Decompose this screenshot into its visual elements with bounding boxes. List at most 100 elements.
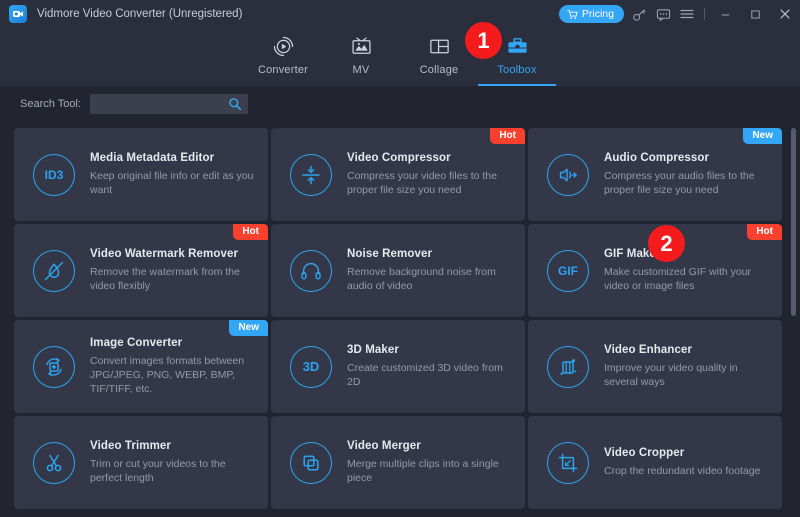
- tool-title: GIF Maker: [604, 248, 770, 260]
- tool-card-text: Noise Remover Remove background noise fro…: [347, 248, 525, 293]
- tool-description: Remove background noise from audio of vi…: [347, 265, 513, 293]
- enhancer-icon: [546, 345, 590, 389]
- tool-description: Make customized GIF with your video or i…: [604, 265, 770, 293]
- gif-icon: GIF: [546, 249, 590, 293]
- search-row: Search Tool:: [0, 86, 800, 122]
- tool-card[interactable]: Video Cropper Crop the redundant video fo…: [528, 416, 782, 509]
- tool-grid: ID3 Media Metadata Editor Keep original fi…: [0, 122, 800, 509]
- tab-collage-label: Collage: [420, 64, 459, 76]
- headphones-icon: [289, 249, 333, 293]
- tab-toolbox[interactable]: Toolbox: [478, 28, 556, 86]
- gif-icon-label: GIF: [558, 264, 578, 278]
- tool-description: Keep original file info or edit as you w…: [90, 169, 256, 197]
- speaker-compress-icon: [546, 153, 590, 197]
- collage-grid-icon: [428, 33, 451, 59]
- crop-icon: [546, 441, 590, 485]
- watermark-drop-icon: [32, 249, 76, 293]
- tool-badge: Hot: [747, 224, 782, 240]
- tool-card[interactable]: 3D 3D Maker Create customized 3D video fro…: [271, 320, 525, 413]
- tool-badge: Hot: [233, 224, 268, 240]
- tab-converter[interactable]: Converter: [244, 28, 322, 86]
- tool-card[interactable]: Video Compressor Compress your video file…: [271, 128, 525, 221]
- minimize-icon[interactable]: [710, 0, 740, 28]
- pricing-label: Pricing: [582, 8, 614, 20]
- tool-title: 3D Maker: [347, 344, 513, 356]
- key-icon[interactable]: [627, 0, 651, 28]
- compress-icon: [289, 153, 333, 197]
- tab-collage[interactable]: Collage: [400, 28, 478, 86]
- chat-icon[interactable]: [651, 0, 675, 28]
- tool-card-text: Video Compressor Compress your video file…: [347, 152, 525, 197]
- tool-grid-scrollbar[interactable]: [790, 122, 797, 517]
- titlebar-controls: Pricing: [559, 0, 800, 28]
- main-navigation: Converter MV Collage: [0, 28, 800, 86]
- tool-card[interactable]: Video Enhancer Improve your video quality…: [528, 320, 782, 413]
- tool-card-text: Video Watermark Remover Remove the waterm…: [90, 248, 268, 293]
- tool-description: Create customized 3D video from 2D: [347, 361, 513, 389]
- close-icon[interactable]: [770, 0, 800, 28]
- tool-grid-scroll-area: ID3 Media Metadata Editor Keep original fi…: [0, 122, 800, 517]
- tool-badge: New: [743, 128, 782, 144]
- cart-icon: [567, 9, 578, 20]
- tool-title: Video Watermark Remover: [90, 248, 256, 260]
- tab-mv-label: MV: [353, 64, 370, 76]
- tool-card-text: Video Trimmer Trim or cut your videos to …: [90, 440, 268, 485]
- tool-description: Trim or cut your videos to the perfect l…: [90, 457, 256, 485]
- tool-card[interactable]: Video Merger Merge multiple clips into a …: [271, 416, 525, 509]
- tab-toolbox-label: Toolbox: [497, 64, 536, 76]
- vidmore-app-icon: [9, 5, 27, 23]
- application-window: Vidmore Video Converter (Unregistered) P…: [0, 0, 800, 517]
- tool-card-text: Audio Compressor Compress your audio file…: [604, 152, 782, 197]
- tool-description: Improve your video quality in several wa…: [604, 361, 770, 389]
- tool-card-text: 3D Maker Create customized 3D video from …: [347, 344, 525, 389]
- hamburger-menu-icon[interactable]: [675, 0, 699, 28]
- maximize-icon[interactable]: [740, 0, 770, 28]
- scissors-icon: [32, 441, 76, 485]
- tool-title: Media Metadata Editor: [90, 152, 256, 164]
- mv-picture-icon: [350, 33, 373, 59]
- tool-title: Video Cropper: [604, 447, 760, 459]
- tool-badge: Hot: [490, 128, 525, 144]
- titlebar-divider: [704, 8, 705, 20]
- threed-icon-label: 3D: [303, 359, 320, 374]
- tool-title: Video Compressor: [347, 152, 513, 164]
- window-title: Vidmore Video Converter (Unregistered): [37, 8, 242, 20]
- converter-play-icon: [272, 33, 295, 59]
- tool-card-text: Media Metadata Editor Keep original file …: [90, 152, 268, 197]
- tool-title: Video Trimmer: [90, 440, 256, 452]
- tool-description: Convert images formats between JPG/JPEG,…: [90, 354, 256, 396]
- tool-card[interactable]: Image Converter Convert images formats be…: [14, 320, 268, 413]
- tool-description: Merge multiple clips into a single piece: [347, 457, 513, 485]
- tool-title: Video Merger: [347, 440, 513, 452]
- threed-icon: 3D: [289, 345, 333, 389]
- search-icon[interactable]: [228, 97, 242, 116]
- tool-card[interactable]: Audio Compressor Compress your audio file…: [528, 128, 782, 221]
- merge-squares-icon: [289, 441, 333, 485]
- tool-card-text: GIF Maker Make customized GIF with your v…: [604, 248, 782, 293]
- tool-description: Remove the watermark from the video flex…: [90, 265, 256, 293]
- search-box[interactable]: [90, 94, 248, 114]
- tab-mv[interactable]: MV: [322, 28, 400, 86]
- tool-card-text: Video Enhancer Improve your video quality…: [604, 344, 782, 389]
- tool-badge: New: [229, 320, 268, 336]
- tool-description: Crop the redundant video footage: [604, 464, 760, 478]
- id3-icon-label: ID3: [45, 168, 64, 182]
- pricing-button[interactable]: Pricing: [559, 5, 624, 23]
- tool-title: Image Converter: [90, 337, 256, 349]
- tool-title: Video Enhancer: [604, 344, 770, 356]
- title-bar: Vidmore Video Converter (Unregistered) P…: [0, 0, 800, 28]
- tool-card[interactable]: ID3 Media Metadata Editor Keep original fi…: [14, 128, 268, 221]
- tool-card-text: Video Cropper Crop the redundant video fo…: [604, 447, 772, 478]
- tool-title: Noise Remover: [347, 248, 513, 260]
- tool-title: Audio Compressor: [604, 152, 770, 164]
- tool-card[interactable]: GIF GIF Maker Make customized GIF with you…: [528, 224, 782, 317]
- tool-description: Compress your audio files to the proper …: [604, 169, 770, 197]
- tool-description: Compress your video files to the proper …: [347, 169, 513, 197]
- tool-card[interactable]: Noise Remover Remove background noise fro…: [271, 224, 525, 317]
- tool-card[interactable]: Video Watermark Remover Remove the waterm…: [14, 224, 268, 317]
- tool-card[interactable]: Video Trimmer Trim or cut your videos to …: [14, 416, 268, 509]
- scrollbar-thumb[interactable]: [791, 128, 796, 316]
- id3-icon: ID3: [32, 153, 76, 197]
- tab-converter-label: Converter: [258, 64, 308, 76]
- toolbox-briefcase-icon: [506, 33, 529, 59]
